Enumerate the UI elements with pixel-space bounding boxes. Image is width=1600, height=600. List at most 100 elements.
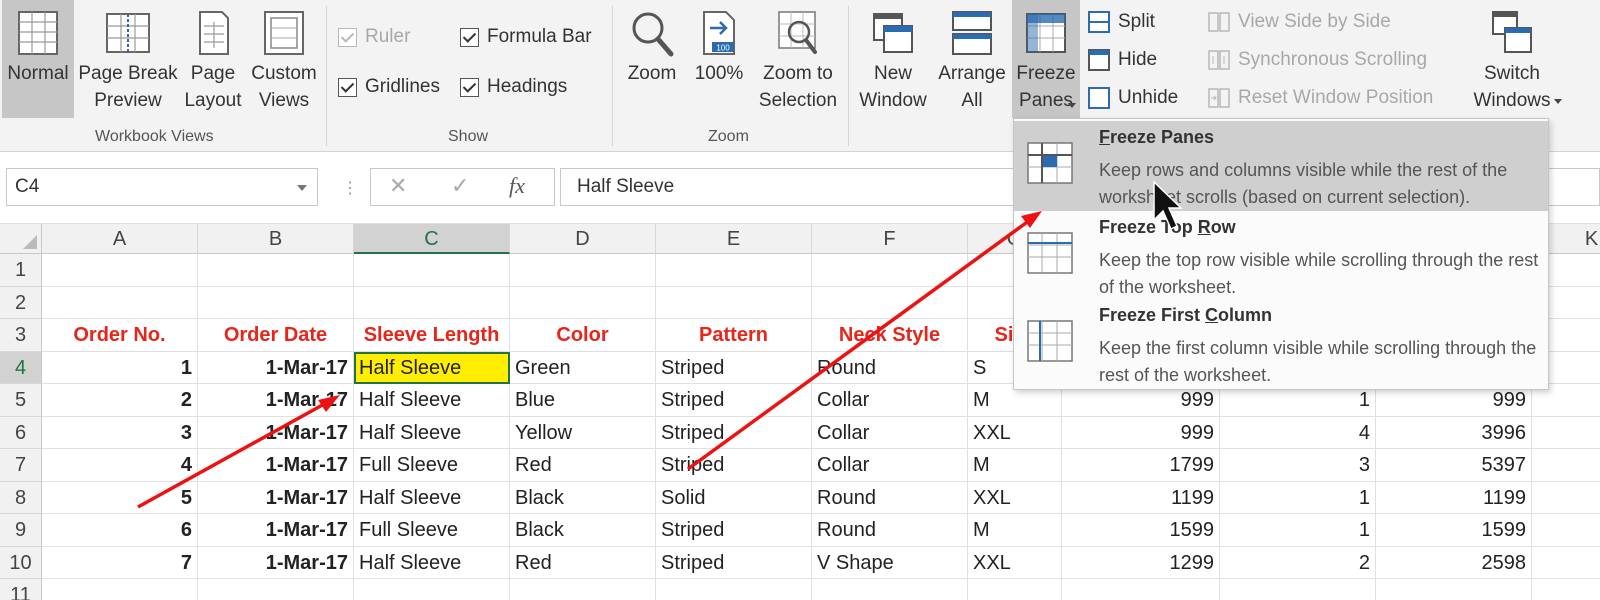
name-box[interactable]: C4 xyxy=(6,168,318,206)
table-cell[interactable]: Pattern xyxy=(656,319,812,352)
table-cell[interactable]: 1799 xyxy=(1062,449,1220,482)
table-cell[interactable]: 7 xyxy=(42,546,198,579)
table-cell[interactable] xyxy=(812,579,968,600)
table-cell[interactable]: Collar xyxy=(812,416,968,449)
enter-icon[interactable]: ✓ xyxy=(451,173,469,199)
zoom-to-selection-button[interactable]: Zoom to Selection xyxy=(752,0,844,114)
table-cell[interactable]: 1 xyxy=(1220,481,1376,514)
row-header[interactable]: 11 xyxy=(0,579,42,600)
table-cell[interactable] xyxy=(1220,579,1376,600)
table-cell[interactable]: 5 xyxy=(42,481,198,514)
table-cell[interactable]: Blue xyxy=(510,384,656,417)
table-cell[interactable]: Red xyxy=(510,449,656,482)
table-cell[interactable]: Half Sleeve xyxy=(354,384,510,417)
table-cell[interactable] xyxy=(812,286,968,319)
row-header[interactable]: 7 xyxy=(0,449,42,482)
table-cell[interactable]: 1 xyxy=(1220,514,1376,547)
ruler-checkbox[interactable]: Ruler xyxy=(338,26,410,48)
arrange-all-button[interactable]: Arrange All xyxy=(934,0,1010,114)
table-cell[interactable] xyxy=(656,579,812,600)
select-all-corner[interactable] xyxy=(0,224,42,254)
split-button[interactable]: Split xyxy=(1088,11,1155,33)
table-cell[interactable]: Green xyxy=(510,351,656,384)
table-cell[interactable]: Striped xyxy=(656,416,812,449)
column-header[interactable]: F xyxy=(812,224,968,254)
page-layout-button[interactable]: Page Layout xyxy=(180,0,246,114)
table-cell[interactable]: 1599 xyxy=(1062,514,1220,547)
table-cell[interactable]: 5397 xyxy=(1376,449,1532,482)
table-cell[interactable]: Order Date xyxy=(198,319,354,352)
table-cell[interactable]: Striped xyxy=(656,514,812,547)
table-cell[interactable]: Round xyxy=(812,481,968,514)
table-cell[interactable] xyxy=(968,579,1062,600)
row-header[interactable]: 10 xyxy=(0,546,42,579)
hide-button[interactable]: Hide xyxy=(1088,49,1157,71)
active-cell[interactable]: Half Sleeve xyxy=(354,351,510,384)
new-window-button[interactable]: New Window xyxy=(854,0,932,114)
table-cell[interactable] xyxy=(1532,547,1600,579)
table-cell[interactable]: XXL xyxy=(968,481,1062,514)
table-cell[interactable]: XXL xyxy=(968,546,1062,579)
cancel-icon[interactable]: ✕ xyxy=(389,173,407,199)
table-cell[interactable]: 4 xyxy=(42,449,198,482)
column-header[interactable]: B xyxy=(198,224,354,254)
row-header[interactable]: 4 xyxy=(0,351,42,384)
table-cell[interactable]: 1-Mar-17 xyxy=(198,481,354,514)
table-cell[interactable]: 1299 xyxy=(1062,546,1220,579)
row-header[interactable]: 9 xyxy=(0,514,42,547)
synchronous-scrolling-button[interactable]: Synchronous Scrolling xyxy=(1208,49,1427,71)
table-cell[interactable]: 1-Mar-17 xyxy=(198,384,354,417)
table-cell[interactable]: Striped xyxy=(656,384,812,417)
table-cell[interactable] xyxy=(198,254,354,287)
table-cell[interactable]: Black xyxy=(510,481,656,514)
table-cell[interactable]: 1199 xyxy=(1062,481,1220,514)
table-cell[interactable] xyxy=(42,579,198,600)
table-cell[interactable]: 999 xyxy=(1062,416,1220,449)
table-cell[interactable] xyxy=(1532,482,1600,514)
zoom-100-button[interactable]: 100 100% xyxy=(688,0,750,87)
table-cell[interactable]: Collar xyxy=(812,384,968,417)
table-cell[interactable] xyxy=(1532,417,1600,449)
table-cell[interactable] xyxy=(1532,514,1600,547)
column-header[interactable]: D xyxy=(510,224,656,254)
table-cell[interactable]: 1-Mar-17 xyxy=(198,546,354,579)
table-cell[interactable] xyxy=(354,579,510,600)
table-cell[interactable]: Full Sleeve xyxy=(354,514,510,547)
insert-function-icon[interactable]: fx xyxy=(509,173,525,199)
table-cell[interactable] xyxy=(510,579,656,600)
table-cell[interactable] xyxy=(510,286,656,319)
custom-views-button[interactable]: Custom Views xyxy=(246,0,322,114)
table-cell[interactable] xyxy=(510,254,656,287)
table-cell[interactable]: XXL xyxy=(968,416,1062,449)
table-cell[interactable]: Black xyxy=(510,514,656,547)
row-header[interactable]: 8 xyxy=(0,481,42,514)
normal-view-button[interactable]: Normal xyxy=(2,0,74,118)
table-cell[interactable]: 1 xyxy=(42,351,198,384)
table-cell[interactable]: Solid xyxy=(656,481,812,514)
table-cell[interactable] xyxy=(1532,579,1600,600)
table-cell[interactable]: 1-Mar-17 xyxy=(198,416,354,449)
table-cell[interactable] xyxy=(1062,579,1220,600)
table-cell[interactable]: Striped xyxy=(656,449,812,482)
table-cell[interactable]: Half Sleeve xyxy=(354,416,510,449)
table-cell[interactable] xyxy=(1376,579,1532,600)
row-header[interactable]: 2 xyxy=(0,286,42,319)
row-header[interactable]: 6 xyxy=(0,416,42,449)
table-cell[interactable]: Sleeve Length xyxy=(354,319,510,352)
row-header[interactable]: 1 xyxy=(0,254,42,287)
switch-windows-button[interactable]: Switch Windows xyxy=(1462,0,1562,114)
table-cell[interactable]: 3 xyxy=(1220,449,1376,482)
menu-item-freeze-panes[interactable]: Freeze Panes Keep rows and columns visib… xyxy=(1014,121,1548,211)
table-cell[interactable]: 2 xyxy=(42,384,198,417)
table-cell[interactable]: Full Sleeve xyxy=(354,449,510,482)
zoom-button[interactable]: Zoom xyxy=(620,0,684,87)
table-cell[interactable]: 1599 xyxy=(1376,514,1532,547)
menu-item-freeze-first-column[interactable]: Freeze First Column Keep the first colum… xyxy=(1014,299,1548,389)
table-cell[interactable]: 1-Mar-17 xyxy=(198,351,354,384)
table-cell[interactable]: 2598 xyxy=(1376,546,1532,579)
table-cell[interactable] xyxy=(354,254,510,287)
table-cell[interactable]: Color xyxy=(510,319,656,352)
row-header[interactable]: 5 xyxy=(0,384,42,417)
table-cell[interactable]: 1-Mar-17 xyxy=(198,514,354,547)
menu-item-freeze-top-row[interactable]: Freeze Top Row Keep the top row visible … xyxy=(1014,211,1548,301)
